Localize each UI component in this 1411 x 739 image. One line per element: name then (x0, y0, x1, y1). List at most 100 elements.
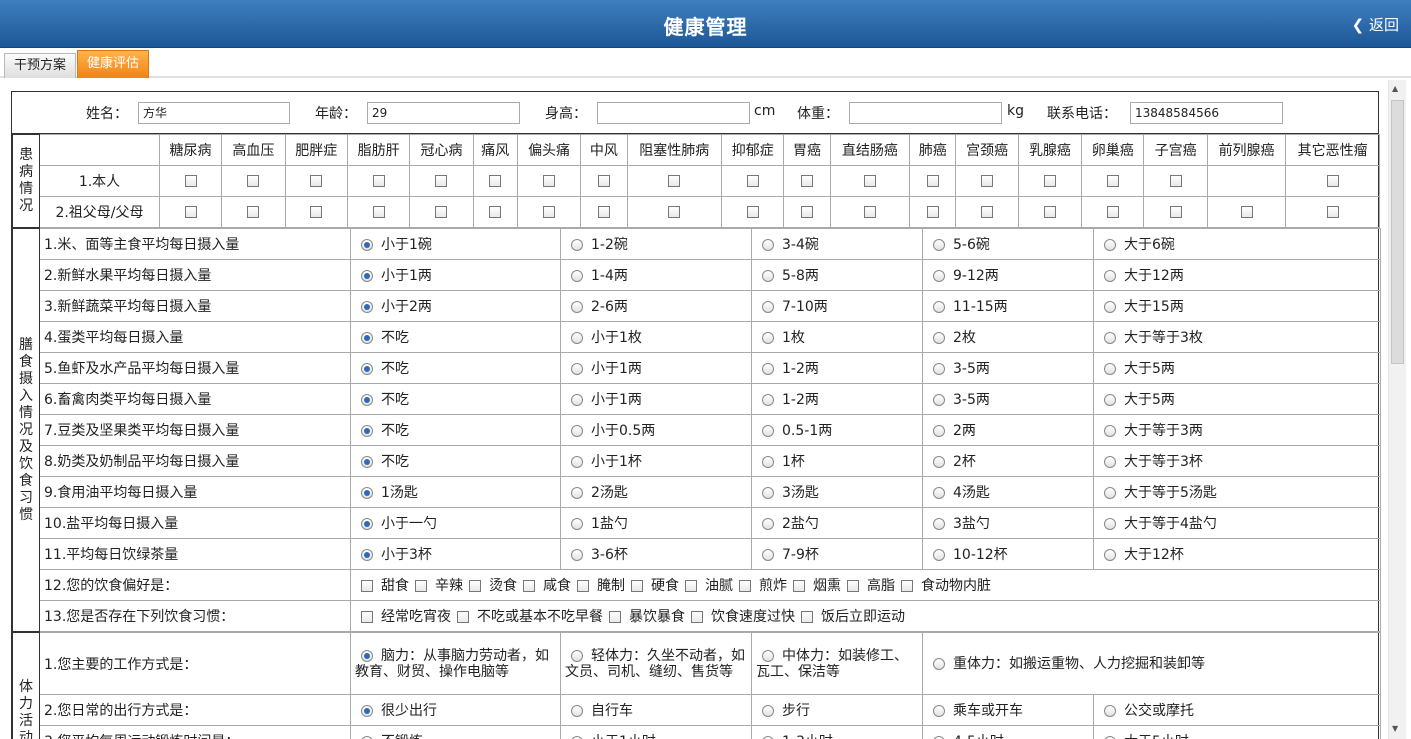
diet-option[interactable]: 3盐勺 (922, 507, 1094, 539)
radio-button[interactable] (361, 394, 373, 406)
disease-checkbox[interactable] (746, 175, 759, 187)
back-button[interactable]: ❮ 返回 (1352, 14, 1399, 35)
radio-button[interactable] (762, 239, 774, 251)
travel-option[interactable]: 自行车 (560, 694, 752, 726)
disease-checkbox[interactable] (668, 206, 681, 218)
radio-button[interactable] (1104, 270, 1116, 282)
radio-button[interactable] (1104, 705, 1116, 717)
tab-intervention-plan[interactable]: 干预方案 (4, 53, 77, 78)
age-input[interactable]: 29 (367, 102, 520, 124)
diet-option[interactable]: 1汤匙 (350, 476, 561, 508)
radio-button[interactable] (762, 456, 774, 468)
radio-button[interactable] (571, 549, 583, 561)
radio-button[interactable] (762, 394, 774, 406)
diet-option[interactable]: 10-12杯 (922, 538, 1094, 570)
radio-button[interactable] (361, 332, 373, 344)
diet-option[interactable]: 2两 (922, 414, 1094, 446)
disease-checkbox[interactable] (863, 175, 876, 187)
exercise-option[interactable]: 4-5小时 (922, 725, 1094, 739)
radio-button[interactable] (361, 549, 373, 561)
diet-option[interactable]: 大于5两 (1093, 383, 1381, 415)
diet-option[interactable]: 11-15两 (922, 290, 1094, 322)
radio-button[interactable] (571, 363, 583, 375)
work-option[interactable]: 轻体力：久坐不动者，如文员、司机、缝纫、售货等 (560, 632, 752, 695)
exercise-option[interactable]: 大于5小时 (1093, 725, 1381, 739)
travel-option[interactable]: 很少出行 (350, 694, 561, 726)
disease-checkbox[interactable] (435, 206, 448, 218)
diet-option[interactable]: 2-6两 (560, 290, 752, 322)
exercise-option[interactable]: 不锻炼 (350, 725, 561, 739)
radio-button[interactable] (361, 456, 373, 468)
radio-button[interactable] (762, 518, 774, 530)
disease-checkbox[interactable] (597, 206, 610, 218)
radio-button[interactable] (1104, 518, 1116, 530)
scroll-down-icon[interactable]: ▼ (1392, 724, 1398, 733)
disease-checkbox[interactable] (435, 175, 448, 187)
radio-button[interactable] (933, 518, 945, 530)
radio-button[interactable] (361, 363, 373, 375)
diet-preference-checkbox-item[interactable]: 食动物内脏 (901, 575, 991, 595)
diet-option[interactable]: 小于3杯 (350, 538, 561, 570)
diet-preference-checkbox-item[interactable]: 烟熏 (793, 575, 841, 595)
checkbox[interactable] (631, 580, 643, 592)
diet-option[interactable]: 大于等于3两 (1093, 414, 1381, 446)
diet-habit-checkbox-item[interactable]: 暴饮暴食 (609, 606, 685, 626)
diet-option[interactable]: 小于1杯 (560, 445, 752, 477)
diet-option[interactable]: 小于0.5两 (560, 414, 752, 446)
checkbox[interactable] (523, 580, 535, 592)
checkbox[interactable] (801, 611, 813, 623)
diet-option[interactable]: 2枚 (922, 321, 1094, 353)
height-input[interactable] (597, 102, 750, 124)
checkbox[interactable] (361, 611, 373, 623)
disease-checkbox[interactable] (1240, 206, 1253, 218)
radio-button[interactable] (361, 239, 373, 251)
radio-button[interactable] (1104, 487, 1116, 499)
checkbox[interactable] (847, 580, 859, 592)
disease-checkbox[interactable] (926, 175, 939, 187)
disease-checkbox[interactable] (1106, 206, 1119, 218)
disease-checkbox[interactable] (184, 175, 197, 187)
disease-checkbox[interactable] (926, 206, 939, 218)
diet-option[interactable]: 1-2两 (751, 383, 923, 415)
radio-button[interactable] (1104, 425, 1116, 437)
scroll-up-icon[interactable]: ▲ (1392, 84, 1398, 93)
disease-checkbox[interactable] (247, 206, 260, 218)
disease-checkbox[interactable] (746, 206, 759, 218)
checkbox[interactable] (793, 580, 805, 592)
radio-button[interactable] (933, 657, 945, 670)
radio-button[interactable] (571, 301, 583, 313)
radio-button[interactable] (361, 425, 373, 437)
radio-button[interactable] (762, 270, 774, 282)
radio-button[interactable] (933, 301, 945, 313)
radio-button[interactable] (1104, 332, 1116, 344)
weight-input[interactable] (849, 102, 1002, 124)
diet-option[interactable]: 1-2两 (751, 352, 923, 384)
diet-option[interactable]: 3汤匙 (751, 476, 923, 508)
diet-option[interactable]: 不吃 (350, 321, 561, 353)
radio-button[interactable] (571, 425, 583, 437)
diet-option[interactable]: 大于5两 (1093, 352, 1381, 384)
radio-button[interactable] (933, 487, 945, 499)
radio-button[interactable] (361, 649, 373, 662)
name-input[interactable]: 方华 (138, 102, 290, 124)
radio-button[interactable] (361, 705, 373, 717)
diet-option[interactable]: 大于12两 (1093, 259, 1381, 291)
work-option[interactable]: 脑力：从事脑力劳动者，如教育、财贸、操作电脑等 (350, 632, 561, 695)
diet-option[interactable]: 小于1两 (560, 383, 752, 415)
scrollbar-thumb[interactable] (1391, 100, 1404, 364)
disease-checkbox[interactable] (597, 175, 610, 187)
diet-option[interactable]: 大于等于3杯 (1093, 445, 1381, 477)
diet-option[interactable]: 小于1碗 (350, 228, 561, 260)
radio-button[interactable] (933, 456, 945, 468)
exercise-option[interactable]: 小于1小时 (560, 725, 752, 739)
diet-option[interactable]: 小于1两 (560, 352, 752, 384)
radio-button[interactable] (762, 332, 774, 344)
radio-button[interactable] (933, 394, 945, 406)
radio-button[interactable] (1104, 239, 1116, 251)
disease-checkbox[interactable] (1043, 206, 1056, 218)
radio-button[interactable] (571, 456, 583, 468)
diet-option[interactable]: 小于2两 (350, 290, 561, 322)
diet-habit-checkbox-item[interactable]: 饭后立即运动 (801, 606, 905, 626)
checkbox[interactable] (739, 580, 751, 592)
radio-button[interactable] (933, 332, 945, 344)
